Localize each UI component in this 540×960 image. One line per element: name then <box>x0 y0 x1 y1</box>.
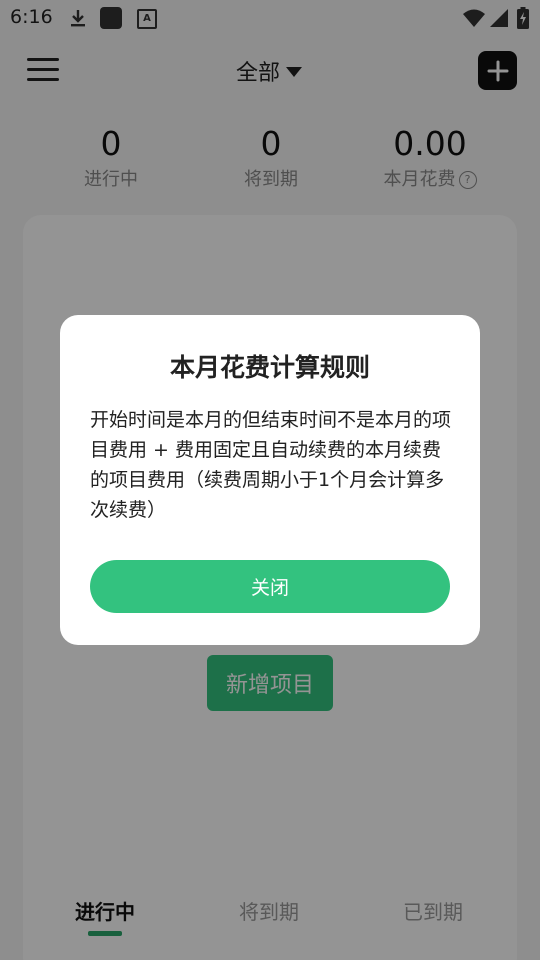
dialog-body: 开始时间是本月的但结束时间不是本月的项目费用 + 费用固定且自动续费的本月续费的… <box>90 409 452 521</box>
cost-rule-dialog: 本月花费计算规则 开始时间是本月的但结束时间不是本月的项目费用 + 费用固定且自… <box>60 315 480 645</box>
dialog-title: 本月花费计算规则 <box>169 353 370 382</box>
app-screen: 6:16 A 全部 0 进行中 0 将到期 0.00 本月花费 ? 新增项目 进… <box>0 0 540 960</box>
close-button[interactable]: 关闭 <box>90 560 450 613</box>
